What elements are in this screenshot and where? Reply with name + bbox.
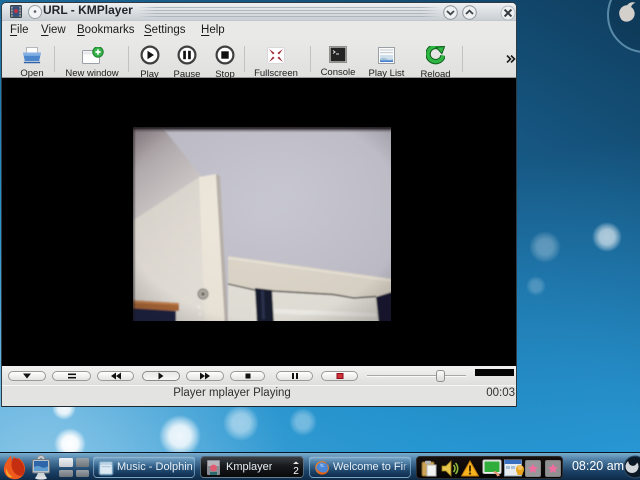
svg-text:2: 2 <box>293 466 299 476</box>
